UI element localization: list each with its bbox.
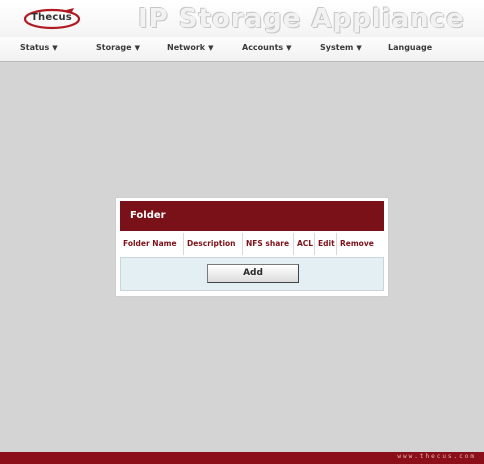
chevron-down-icon: ▼ xyxy=(286,44,292,52)
panel-title: Folder xyxy=(120,201,384,231)
nav-system[interactable]: System ▼ xyxy=(320,43,362,52)
logo-text: Thecus xyxy=(31,12,72,23)
nav-network-label: Network xyxy=(167,43,206,52)
nav-system-label: System xyxy=(320,43,354,52)
col-acl[interactable]: ACL xyxy=(294,233,315,255)
col-edit[interactable]: Edit xyxy=(315,233,337,255)
app-title: IP Storage Appliance xyxy=(138,4,465,34)
folder-panel: Folder Folder Name Description NFS share… xyxy=(115,197,389,297)
chevron-down-icon: ▼ xyxy=(208,44,214,52)
thecus-logo: Thecus xyxy=(22,8,84,30)
nav-language[interactable]: Language xyxy=(388,43,432,52)
chevron-down-icon: ▼ xyxy=(356,44,362,52)
nav-status[interactable]: Status ▼ xyxy=(20,43,58,52)
col-remove[interactable]: Remove xyxy=(337,233,377,255)
footer-bar: www.thecus.com xyxy=(0,452,484,464)
nav-storage-label: Storage xyxy=(96,43,132,52)
col-description[interactable]: Description xyxy=(184,233,243,255)
nav-language-label: Language xyxy=(388,43,433,52)
nav-accounts-label: Accounts xyxy=(242,43,284,52)
footer-url[interactable]: www.thecus.com xyxy=(397,453,476,460)
folder-actions-row: Add xyxy=(120,257,384,291)
chevron-down-icon: ▼ xyxy=(134,44,140,52)
nav-network[interactable]: Network ▼ xyxy=(167,43,214,52)
chevron-down-icon: ▼ xyxy=(52,44,58,52)
col-folder-name[interactable]: Folder Name xyxy=(120,233,184,255)
folder-table-header: Folder Name Description NFS share ACL Ed… xyxy=(120,233,384,255)
add-button[interactable]: Add xyxy=(207,264,299,283)
nav-status-label: Status xyxy=(20,43,50,52)
main-nav: Status ▼ Storage ▼ Network ▼ Accounts ▼ Syst… xyxy=(0,37,484,62)
nav-storage[interactable]: Storage ▼ xyxy=(96,43,140,52)
nav-accounts[interactable]: Accounts ▼ xyxy=(242,43,292,52)
col-nfs-share[interactable]: NFS share xyxy=(243,233,294,255)
